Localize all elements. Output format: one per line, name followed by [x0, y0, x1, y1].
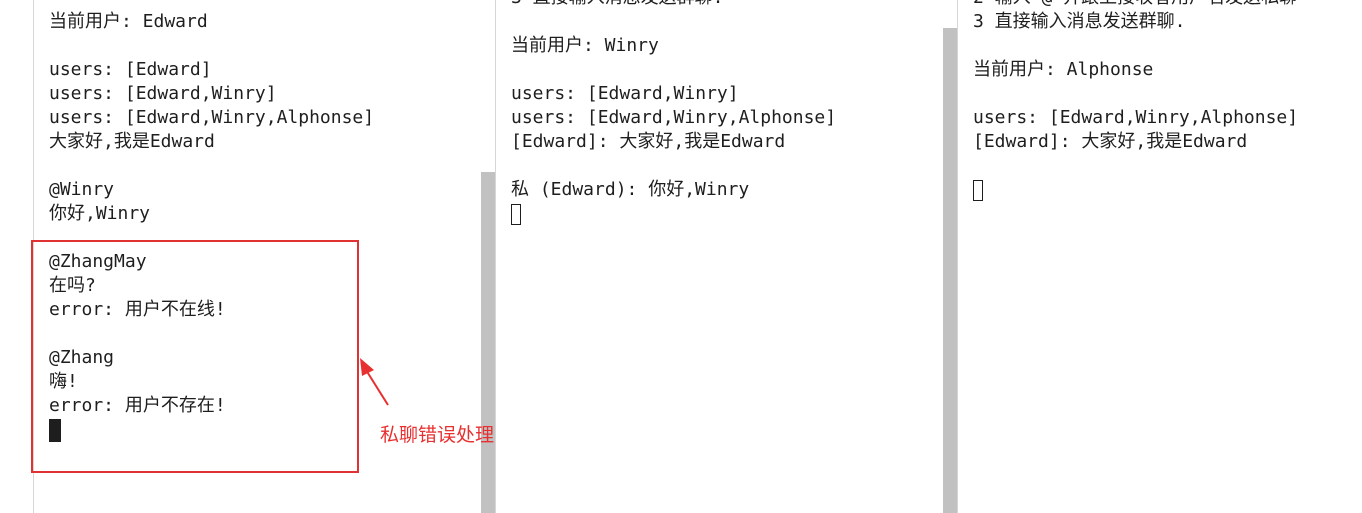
terminal-line: @Winry [49, 179, 115, 200]
terminal-line: users: [Edward,Winry] [49, 83, 277, 104]
terminal-line: 私 (Edward): 你好,Winry [511, 179, 750, 200]
edward-scrollbar[interactable] [481, 172, 495, 513]
annotation-arrow-icon [360, 358, 389, 406]
terminal-line: users: [Edward,Winry] [511, 83, 739, 104]
terminal-line: 3 直接输入消息发送群聊. [511, 0, 836, 10]
terminal-line: users: [Edward,Winry,Alphonse] [49, 107, 375, 128]
error-highlight-box [31, 240, 359, 473]
annotation-label: 私聊错误处理 [380, 424, 495, 446]
alphonse-terminal[interactable]: 2 输入 @ 并跟上接收者用户名发送私聊 3 直接输入消息发送群聊. 当前用户:… [958, 0, 1362, 513]
terminal-line: 你好,Winry [49, 203, 151, 224]
winry-terminal[interactable]: 3 直接输入消息发送群聊. 当前用户: Winry users: [Edward… [496, 0, 942, 513]
terminal-line: 当前用户: Alphonse [973, 59, 1154, 80]
terminal-line: [Edward]: 大家好,我是Edward [973, 131, 1248, 152]
terminal-line: 大家好,我是Edward [49, 131, 215, 152]
terminal-line: users: [Edward] [49, 59, 212, 80]
input-line[interactable] [511, 202, 836, 226]
terminal-line: 当前用户: Winry [511, 35, 659, 56]
terminal-line: [Edward]: 大家好,我是Edward [511, 131, 786, 152]
input-line[interactable] [973, 178, 1298, 202]
winry-scrollbar[interactable] [943, 28, 957, 513]
text-cursor [511, 203, 521, 225]
terminal-line: 当前用户: Edward [49, 11, 208, 32]
terminal-line: users: [Edward,Winry,Alphonse] [973, 107, 1299, 128]
terminal-line: users: [Edward,Winry,Alphonse] [511, 107, 837, 128]
terminal-line: 3 直接输入消息发送群聊. [973, 11, 1186, 32]
terminal-line: 2 输入 @ 并跟上接收者用户名发送私聊 [973, 0, 1298, 10]
text-cursor [973, 179, 983, 201]
